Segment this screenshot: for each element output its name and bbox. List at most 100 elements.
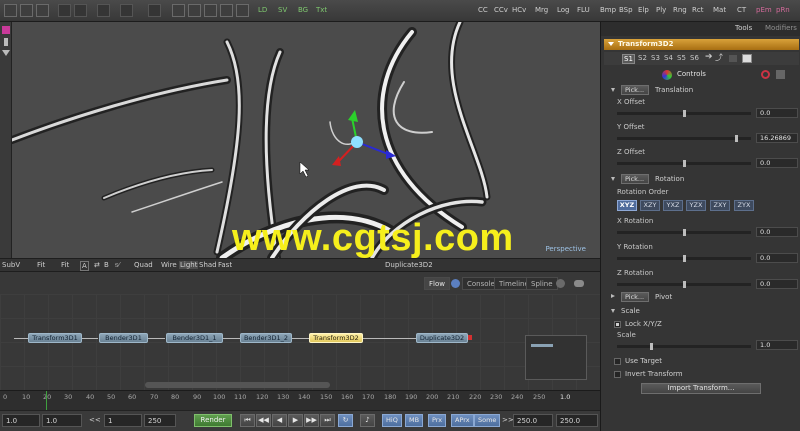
gizmo-y-handle[interactable] bbox=[348, 110, 358, 122]
lut-icon[interactable]: ᵴ⁄ bbox=[115, 261, 120, 269]
global-end-field[interactable]: 250.0 bbox=[556, 414, 598, 427]
loop-icon[interactable]: ↻ bbox=[338, 414, 353, 427]
play-icon[interactable]: ▶ bbox=[288, 414, 303, 427]
link-icon[interactable]: ⤴ bbox=[714, 52, 724, 63]
import-transform-button[interactable]: Import Transform... bbox=[641, 383, 761, 394]
tool-mrg[interactable]: Mrg bbox=[535, 6, 548, 14]
prx-button[interactable]: Prx bbox=[428, 414, 447, 427]
undo-icon[interactable] bbox=[97, 4, 110, 17]
tool-log[interactable]: Log bbox=[557, 6, 570, 14]
quad-button[interactable]: Quad bbox=[134, 261, 153, 269]
node-bender3d1-1[interactable]: Bender3D1_1 bbox=[166, 333, 223, 343]
tab-tools[interactable]: Tools bbox=[735, 24, 752, 32]
save-icon[interactable] bbox=[36, 4, 49, 17]
slider-knob[interactable] bbox=[734, 135, 738, 142]
some-button[interactable]: Some bbox=[474, 414, 501, 427]
collapsed-arrow-icon[interactable] bbox=[611, 294, 615, 298]
options-icon[interactable] bbox=[776, 70, 785, 79]
render-end-field[interactable]: 250.0 bbox=[513, 414, 553, 427]
info-icon[interactable] bbox=[451, 279, 460, 288]
range-start-field[interactable]: 1 bbox=[104, 414, 142, 427]
a-buffer-button[interactable]: A bbox=[80, 261, 89, 271]
rotation-pick-button[interactable]: Pick... bbox=[621, 174, 649, 184]
y-offset-slider[interactable] bbox=[617, 135, 751, 142]
open-icon[interactable] bbox=[20, 4, 33, 17]
y-offset-value[interactable]: 16.26869 bbox=[756, 133, 798, 143]
tab-flow[interactable]: Flow bbox=[424, 277, 450, 290]
controls-icon[interactable] bbox=[662, 70, 672, 80]
rotation-section[interactable]: Pick... Rotation bbox=[609, 174, 799, 185]
pin-icon[interactable]: ➔ bbox=[704, 52, 714, 62]
slider-knob[interactable] bbox=[682, 281, 686, 288]
tool-bmp[interactable]: Bmp bbox=[600, 6, 616, 14]
rotation-order-xzy[interactable]: XZY bbox=[640, 200, 660, 211]
step-forward-icon[interactable]: ▶▶ bbox=[304, 414, 319, 427]
tab-spline[interactable]: Spline bbox=[526, 277, 558, 290]
expand-arrow-icon[interactable] bbox=[611, 309, 615, 313]
viewmode-sv[interactable]: SV bbox=[278, 6, 287, 14]
expand-arrow-icon[interactable] bbox=[611, 88, 615, 92]
aprx-button[interactable]: APrx bbox=[451, 414, 474, 427]
cut-icon[interactable] bbox=[58, 4, 71, 17]
flow-navigator[interactable] bbox=[525, 335, 587, 380]
slider-knob[interactable] bbox=[682, 255, 686, 262]
expand-arrow-icon[interactable] bbox=[611, 177, 615, 181]
fit-button[interactable]: Fit bbox=[61, 261, 69, 269]
shad-button[interactable]: Shad bbox=[199, 261, 217, 269]
rotation-order-zxy[interactable]: ZXY bbox=[710, 200, 730, 211]
render-button[interactable]: Render bbox=[194, 414, 232, 427]
comment-icon[interactable] bbox=[574, 280, 584, 287]
tool-pem[interactable]: pEm bbox=[756, 6, 772, 14]
version-s1[interactable]: S1 bbox=[622, 54, 635, 64]
version-s3[interactable]: S3 bbox=[650, 54, 661, 62]
new-icon[interactable] bbox=[4, 4, 17, 17]
rotation-order-yxz[interactable]: YXZ bbox=[663, 200, 683, 211]
tool-elp[interactable]: Elp bbox=[638, 6, 649, 14]
scale-value[interactable]: 1.0 bbox=[756, 340, 798, 350]
3d-viewport[interactable]: www.cgtsj.com Perspective bbox=[12, 22, 600, 258]
pointer-tool-icon[interactable] bbox=[2, 26, 10, 34]
light-button[interactable]: Light bbox=[179, 261, 199, 269]
redo-icon[interactable] bbox=[120, 4, 133, 17]
x-rotation-slider[interactable] bbox=[617, 229, 751, 236]
prev-range-button[interactable]: << bbox=[86, 414, 104, 427]
translation-section[interactable]: Pick... Translation bbox=[609, 85, 799, 96]
lock-icon[interactable] bbox=[729, 55, 737, 62]
subview-dropdown[interactable]: SubV bbox=[2, 261, 20, 269]
tool-hcv[interactable]: HCv bbox=[512, 6, 526, 14]
play-reverse-icon[interactable]: ◀ bbox=[272, 414, 287, 427]
go-end-icon[interactable]: ⏭ bbox=[320, 414, 335, 427]
z-offset-value[interactable]: 0.0 bbox=[756, 158, 798, 168]
arrow-down-icon[interactable] bbox=[2, 50, 10, 56]
range-end-field[interactable]: 250 bbox=[144, 414, 176, 427]
tool-rct[interactable]: Rct bbox=[692, 6, 703, 14]
b-buffer-button[interactable]: B bbox=[104, 261, 109, 269]
layout-3-icon[interactable] bbox=[204, 4, 217, 17]
rotation-order-yzx[interactable]: YZX bbox=[686, 200, 706, 211]
use-target-checkbox[interactable] bbox=[614, 358, 621, 365]
pivot-section[interactable]: Pick... Pivot bbox=[609, 292, 799, 303]
slider-knob[interactable] bbox=[682, 229, 686, 236]
tool-rng[interactable]: Rng bbox=[673, 6, 687, 14]
scale-section[interactable]: Scale bbox=[609, 306, 799, 317]
node-bender3d1-2[interactable]: Bender3D1_2 bbox=[240, 333, 292, 343]
translation-pick-button[interactable]: Pick... bbox=[621, 85, 649, 95]
viewmode-txt[interactable]: Txt bbox=[316, 6, 327, 14]
y-rotation-slider[interactable] bbox=[617, 255, 751, 262]
tab-modifiers[interactable]: Modifiers bbox=[765, 24, 797, 32]
layout-5-icon[interactable] bbox=[236, 4, 249, 17]
viewmode-ld[interactable]: LD bbox=[258, 6, 267, 14]
z-rotation-value[interactable]: 0.0 bbox=[756, 279, 798, 289]
node-transform3d1[interactable]: Transform3D1 bbox=[28, 333, 82, 343]
version-s2[interactable]: S2 bbox=[637, 54, 648, 62]
node-duplicate3d2[interactable]: Duplicate3D2 bbox=[416, 333, 468, 343]
y-rotation-value[interactable]: 0.0 bbox=[756, 253, 798, 263]
tool-bsp[interactable]: BSp bbox=[619, 6, 633, 14]
slider-knob[interactable] bbox=[649, 343, 653, 350]
render-start-field[interactable]: 1.0 bbox=[42, 414, 82, 427]
layout-2-icon[interactable] bbox=[188, 4, 201, 17]
node-bender3d1[interactable]: Bender3D1 bbox=[99, 333, 148, 343]
current-time-readout[interactable]: 1.0 bbox=[560, 393, 570, 401]
tool-ct[interactable]: CT bbox=[737, 6, 746, 14]
time-ruler[interactable]: 0 10 20 30 40 50 60 70 80 90 100 110 120… bbox=[0, 390, 600, 411]
